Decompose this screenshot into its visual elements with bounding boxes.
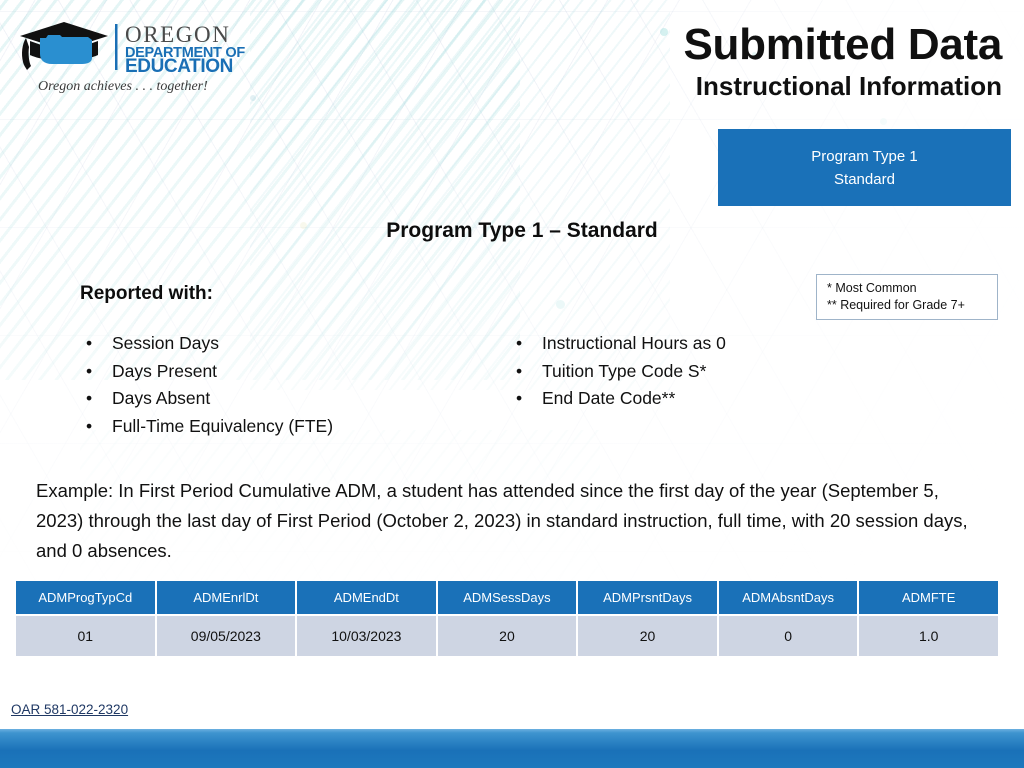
page-subtitle: Instructional Information xyxy=(695,71,1002,102)
bullet-icon: • xyxy=(516,388,523,409)
bullet-icon: • xyxy=(86,415,93,436)
table-cell: 1.0 xyxy=(859,616,998,656)
banner-line-2: Standard xyxy=(834,170,895,188)
table-cell: 20 xyxy=(437,616,577,656)
slide-canvas: OREGON DEPARTMENT OF EDUCATION Oregon ac… xyxy=(0,0,1024,768)
list-item: • Full-Time Equivalency (FTE) xyxy=(78,413,333,441)
table-header-row: ADMProgTypCd ADMEnrlDt ADMEndDt ADMSessD… xyxy=(16,581,998,614)
list-item-label: Days Absent xyxy=(112,388,211,409)
list-item-label: Tuition Type Code S* xyxy=(542,360,707,381)
reported-with-list-right: • Instructional Hours as 0 • Tuition Type … xyxy=(508,330,726,413)
list-item: • Instructional Hours as 0 xyxy=(508,330,726,358)
list-item: • Session Days xyxy=(78,330,333,358)
reported-with-label: Reported with: xyxy=(80,283,213,304)
table-cell: 10/03/2023 xyxy=(297,616,436,656)
table-header-cell: ADMEndDt xyxy=(297,581,436,614)
oregon-state-outline xyxy=(40,35,92,64)
list-item: • Days Absent xyxy=(78,385,333,413)
bullet-icon: • xyxy=(86,333,93,353)
title-block: Submitted Data Instructional Information xyxy=(683,20,1003,102)
list-item: • End Date Code** xyxy=(508,385,726,413)
list-item-label: Instructional Hours as 0 xyxy=(542,333,726,353)
list-item-label: End Date Code** xyxy=(542,388,676,409)
page-title: Submitted Data xyxy=(683,20,1003,69)
bullet-icon: • xyxy=(86,360,93,381)
footer-bar xyxy=(0,729,1024,768)
table-header-cell: ADMSessDays xyxy=(437,581,577,614)
svg-text:EDUCATION: EDUCATION xyxy=(125,56,233,77)
list-item: • Tuition Type Code S* xyxy=(508,358,726,386)
list-item-label: Days Present xyxy=(112,360,218,381)
program-type-banner: Program Type 1 Standard xyxy=(718,129,1011,206)
adm-data-table: ADMProgTypCd ADMEnrlDt ADMEndDt ADMSessD… xyxy=(14,579,1000,658)
table-header-cell: ADMProgTypCd xyxy=(16,581,155,614)
table-cell: 20 xyxy=(578,616,717,656)
example-paragraph: Example: In First Period Cumulative ADM,… xyxy=(36,480,968,561)
list-item-label: Session Days xyxy=(112,333,219,353)
reported-with-list-left: • Session Days • Days Present • Days Absent… xyxy=(78,330,333,441)
table-header-cell: ADMEnrlDt xyxy=(156,581,296,614)
logo-wordmark: OREGON DEPARTMENT OF EDUCATION xyxy=(115,22,246,77)
table-header-cell: ADMPrsntDays xyxy=(578,581,717,614)
oar-reference-link[interactable]: OAR 581-022-2320 xyxy=(11,702,128,717)
table-cell: 0 xyxy=(718,616,858,656)
bullet-icon: • xyxy=(86,388,93,409)
legend-line-most-common: * Most Common xyxy=(827,281,917,295)
table-header-cell: ADMFTE xyxy=(859,581,998,614)
legend-line-required-grade7: ** Required for Grade 7+ xyxy=(827,297,965,312)
table-header-cell: ADMAbsntDays xyxy=(718,581,858,614)
list-item: • Days Present xyxy=(78,358,333,386)
oregon-department-of-education-logo: OREGON DEPARTMENT OF EDUCATION Oregon ac… xyxy=(12,14,272,96)
list-item-label: Full-Time Equivalency (FTE) xyxy=(112,415,334,436)
bullet-icon: • xyxy=(516,333,523,353)
footnote-legend-box: * Most Common ** Required for Grade 7+ xyxy=(816,274,998,320)
table-cell: 09/05/2023 xyxy=(156,616,296,656)
section-heading: Program Type 1 – Standard xyxy=(386,219,658,242)
table-row: 01 09/05/2023 10/03/2023 20 20 0 1.0 xyxy=(16,616,998,656)
svg-text:OREGON: OREGON xyxy=(125,22,230,47)
banner-line-1: Program Type 1 xyxy=(811,147,918,165)
logo-tagline: Oregon achieves . . . together! xyxy=(38,79,208,94)
table-cell: 01 xyxy=(16,616,155,656)
bullet-icon: • xyxy=(516,360,523,381)
